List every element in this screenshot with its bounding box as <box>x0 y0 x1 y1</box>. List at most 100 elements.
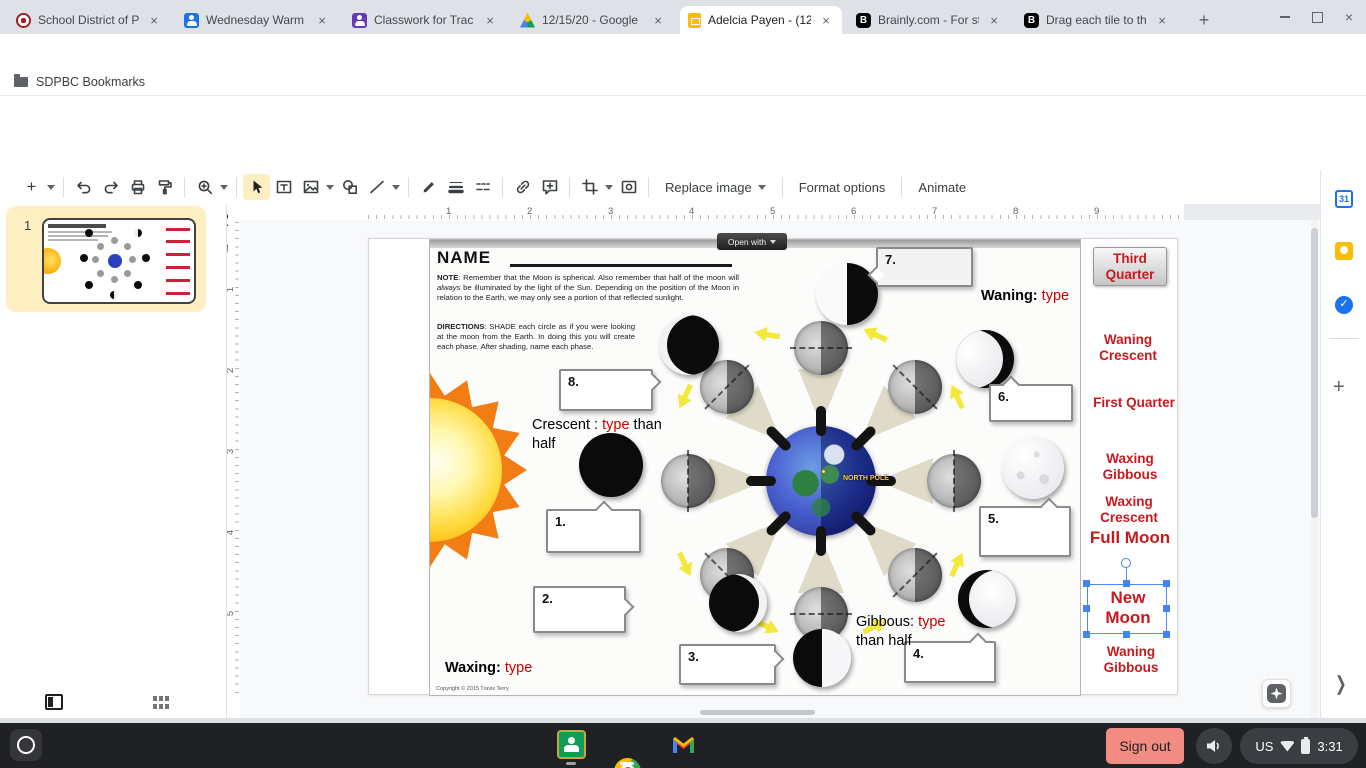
tab-close-icon[interactable]: × <box>650 13 666 28</box>
answer-box-7[interactable]: 7. <box>867 247 973 287</box>
thumb-moon <box>124 270 131 277</box>
bookmarks-bar: SDPBC Bookmarks <box>0 68 1366 96</box>
new-slide-dropdown[interactable] <box>45 184 57 190</box>
tab-title: Brainly.com - For st <box>878 13 979 27</box>
selection-handle-sw[interactable] <box>1083 631 1090 638</box>
window-close-icon[interactable]: × <box>1336 4 1362 30</box>
bookmarks-folder-label[interactable]: SDPBC Bookmarks <box>36 75 145 89</box>
tasks-icon[interactable]: ✓ <box>1335 296 1353 314</box>
insert-link-icon[interactable] <box>509 174 536 200</box>
sign-out-button[interactable]: Sign out <box>1106 728 1184 764</box>
border-dash-icon[interactable] <box>469 174 496 200</box>
tab-classwork[interactable]: Classwork for Trac × <box>344 6 506 34</box>
new-slide-button[interactable]: + <box>18 174 45 200</box>
slide-thumbnail-row-selected[interactable]: 1 <box>6 206 206 312</box>
tab-slides-active[interactable]: Adelcia Payen - (12 × <box>680 6 842 34</box>
horizontal-ruler[interactable]: 1 2 3 4 5 6 7 8 9 <box>228 204 1320 220</box>
border-weight-icon[interactable] <box>442 174 469 200</box>
image-dropdown[interactable] <box>324 184 336 190</box>
border-color-icon[interactable] <box>415 174 442 200</box>
selection-handle-n[interactable] <box>1123 580 1130 587</box>
selection-handle-w[interactable] <box>1083 605 1090 612</box>
minimize-icon[interactable] <box>1272 4 1298 30</box>
selection-rectangle[interactable] <box>1087 584 1167 634</box>
tab-close-icon[interactable]: × <box>818 13 834 28</box>
add-comment-icon[interactable] <box>536 174 563 200</box>
tile-waxing-crescent[interactable]: Waxing Crescent <box>1083 494 1175 525</box>
shelf-classroom-icon[interactable] <box>557 730 586 759</box>
tab-school-district[interactable]: School District of P × <box>8 6 170 34</box>
volume-icon[interactable] <box>1196 728 1232 764</box>
grid-view-toggle[interactable] <box>153 696 169 710</box>
tile-first-quarter[interactable]: First Quarter <box>1093 395 1175 411</box>
thumb-moon <box>111 276 118 283</box>
crop-dropdown[interactable] <box>603 184 615 190</box>
crop-icon[interactable] <box>576 174 603 200</box>
tile-third-quarter[interactable]: Third Quarter <box>1093 247 1167 287</box>
tile-waxing-gibbous[interactable]: Waxing Gibbous <box>1085 451 1175 482</box>
tab-brainly-1[interactable]: Brainly.com - For st × <box>848 6 1010 34</box>
horizontal-scrollbar[interactable] <box>700 710 815 715</box>
format-options-button[interactable]: Format options <box>789 180 896 195</box>
answer-box-6[interactable]: 6. <box>989 375 1073 422</box>
zoom-dropdown[interactable] <box>218 184 230 190</box>
thumb-red-label <box>166 266 190 269</box>
answer-box-1[interactable]: 1. <box>546 500 641 553</box>
keep-icon[interactable] <box>1335 242 1353 260</box>
tile-waning-gibbous[interactable]: Waning Gibbous <box>1085 644 1177 675</box>
explore-button[interactable] <box>1262 679 1291 708</box>
status-tray[interactable]: US 3:31 <box>1240 728 1358 764</box>
gibbous-text-box[interactable]: Gibbous: type than half <box>856 613 962 651</box>
animate-button[interactable]: Animate <box>908 180 976 195</box>
tab-close-icon[interactable]: × <box>146 13 162 28</box>
answer-box-3[interactable]: 3. <box>679 644 785 685</box>
answer-box-5[interactable]: 5. <box>979 497 1071 557</box>
line-dropdown[interactable] <box>390 184 402 190</box>
tile-full-moon[interactable]: Full Moon <box>1089 528 1171 548</box>
tab-brainly-2[interactable]: Drag each tile to th × <box>1016 6 1178 34</box>
rotation-handle[interactable] <box>1121 558 1131 568</box>
paint-format-icon[interactable] <box>151 174 178 200</box>
shelf-gmail-icon[interactable] <box>670 731 697 758</box>
selection-handle-e[interactable] <box>1163 605 1170 612</box>
slide-editing-area[interactable]: NAME NOTE: Remember that the Moon is sph… <box>368 233 1178 696</box>
print-icon[interactable] <box>124 174 151 200</box>
waning-text-box[interactable]: Waning: type <box>981 287 1069 306</box>
selection-handle-se[interactable] <box>1163 631 1170 638</box>
answer-box-2[interactable]: 2. <box>533 586 635 633</box>
waxing-text-box[interactable]: Waxing: type <box>445 659 532 678</box>
calendar-icon[interactable]: 31 <box>1335 190 1353 208</box>
selection-handle-ne[interactable] <box>1163 580 1170 587</box>
vertical-scrollbar[interactable] <box>1311 228 1318 518</box>
insert-image-icon[interactable] <box>297 174 324 200</box>
shape-icon[interactable] <box>336 174 363 200</box>
vertical-ruler[interactable]: 1 2 3 4 5 <box>225 220 240 718</box>
tab-wednesday-warm[interactable]: Wednesday Warm × <box>176 6 338 34</box>
line-tool-icon[interactable] <box>363 174 390 200</box>
zoom-icon[interactable] <box>191 174 218 200</box>
filmstrip-view-toggle[interactable] <box>45 694 63 710</box>
replace-image-button[interactable]: Replace image <box>655 180 776 195</box>
launcher-button[interactable] <box>10 729 42 761</box>
answer-box-8[interactable]: 8. <box>559 369 662 411</box>
text-box-icon[interactable] <box>270 174 297 200</box>
get-addons-icon[interactable]: + <box>1333 376 1345 399</box>
new-tab-button[interactable]: + <box>1192 8 1216 32</box>
collapse-panel-icon[interactable]: ❯ <box>1335 672 1347 696</box>
tab-close-icon[interactable]: × <box>482 13 498 28</box>
redo-icon[interactable] <box>97 174 124 200</box>
slide-canvas[interactable]: NAME NOTE: Remember that the Moon is sph… <box>240 220 1320 718</box>
tab-drive[interactable]: 12/15/20 - Google × <box>512 6 674 34</box>
slide-thumbnail[interactable] <box>42 218 196 304</box>
selection-handle-s[interactable] <box>1123 631 1130 638</box>
mask-image-icon[interactable] <box>615 174 642 200</box>
crescent-text-box[interactable]: Crescent : type than half <box>532 416 668 454</box>
selection-handle-nw[interactable] <box>1083 580 1090 587</box>
tab-close-icon[interactable]: × <box>314 13 330 28</box>
select-tool-icon[interactable] <box>243 174 270 200</box>
tab-close-icon[interactable]: × <box>1154 13 1170 28</box>
tile-waning-crescent[interactable]: Waning Crescent <box>1081 332 1175 363</box>
undo-icon[interactable] <box>70 174 97 200</box>
maximize-icon[interactable] <box>1304 4 1330 30</box>
tab-close-icon[interactable]: × <box>986 13 1002 28</box>
